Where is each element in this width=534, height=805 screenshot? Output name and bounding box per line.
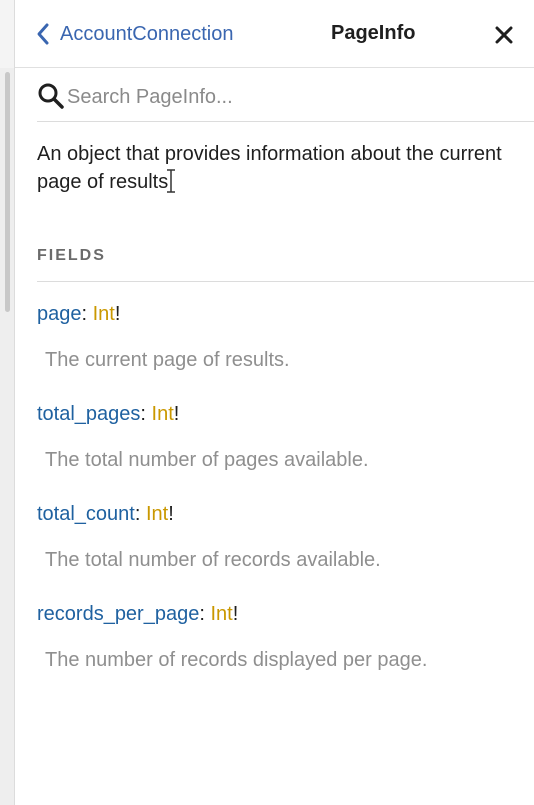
field-description: The current page of results. bbox=[45, 349, 290, 371]
search-icon bbox=[38, 83, 64, 109]
field-item: records_per_page: Int! The number of rec… bbox=[37, 602, 534, 672]
field-separator: : bbox=[140, 403, 152, 425]
text-cursor-icon bbox=[167, 169, 176, 193]
field-separator: : bbox=[81, 303, 93, 325]
field-name-link[interactable]: page bbox=[37, 303, 82, 325]
chevron-left-icon bbox=[37, 23, 49, 45]
field-name-link[interactable]: total_count bbox=[37, 503, 135, 525]
doc-explorer-header: AccountConnection PageInfo bbox=[15, 0, 534, 68]
field-type-modifier: ! bbox=[173, 403, 180, 425]
field-description: The total number of pages available. bbox=[45, 449, 369, 471]
doc-explorer-panel: AccountConnection PageInfo An object tha… bbox=[15, 0, 534, 805]
field-signature: page: Int! bbox=[37, 302, 534, 326]
back-button-label[interactable]: AccountConnection bbox=[60, 23, 233, 46]
field-type-link[interactable]: Int bbox=[210, 603, 232, 625]
type-description-text: An object that provides information abou… bbox=[37, 143, 502, 193]
field-type-link[interactable]: Int bbox=[93, 303, 115, 325]
page-title: PageInfo bbox=[331, 22, 416, 44]
field-signature: records_per_page: Int! bbox=[37, 602, 534, 626]
field-description: The total number of records available. bbox=[45, 549, 381, 571]
left-panel-strip-top bbox=[0, 0, 14, 68]
field-item: total_pages: Int! The total number of pa… bbox=[37, 402, 534, 472]
field-type-modifier: ! bbox=[114, 303, 121, 325]
field-type-modifier: ! bbox=[232, 603, 239, 625]
field-name-link[interactable]: total_pages bbox=[37, 403, 140, 425]
fields-list: page: Int! The current page of results. … bbox=[37, 302, 534, 672]
scrollbar-thumb[interactable] bbox=[5, 72, 10, 312]
field-type-link[interactable]: Int bbox=[146, 503, 168, 525]
field-item: page: Int! The current page of results. bbox=[37, 302, 534, 372]
field-name-link[interactable]: records_per_page bbox=[37, 603, 199, 625]
search-input[interactable] bbox=[67, 82, 507, 112]
search-bar bbox=[37, 68, 534, 122]
field-type-link[interactable]: Int bbox=[152, 403, 174, 425]
field-type-modifier: ! bbox=[168, 503, 174, 525]
field-signature: total_pages: Int! bbox=[37, 402, 534, 426]
type-description: An object that provides information abou… bbox=[37, 142, 507, 195]
field-signature: total_count: Int! bbox=[37, 502, 534, 526]
fields-section-title: FIELDS bbox=[37, 247, 534, 282]
back-button[interactable]: AccountConnection bbox=[33, 20, 233, 48]
close-icon[interactable] bbox=[493, 24, 515, 46]
field-separator: : bbox=[199, 603, 211, 625]
left-panel-strip bbox=[0, 0, 15, 805]
doc-content: An object that provides information abou… bbox=[37, 68, 534, 672]
field-description: The number of records displayed per page… bbox=[45, 649, 428, 671]
field-item: total_count: Int! The total number of re… bbox=[37, 502, 534, 572]
field-separator: : bbox=[134, 503, 146, 525]
